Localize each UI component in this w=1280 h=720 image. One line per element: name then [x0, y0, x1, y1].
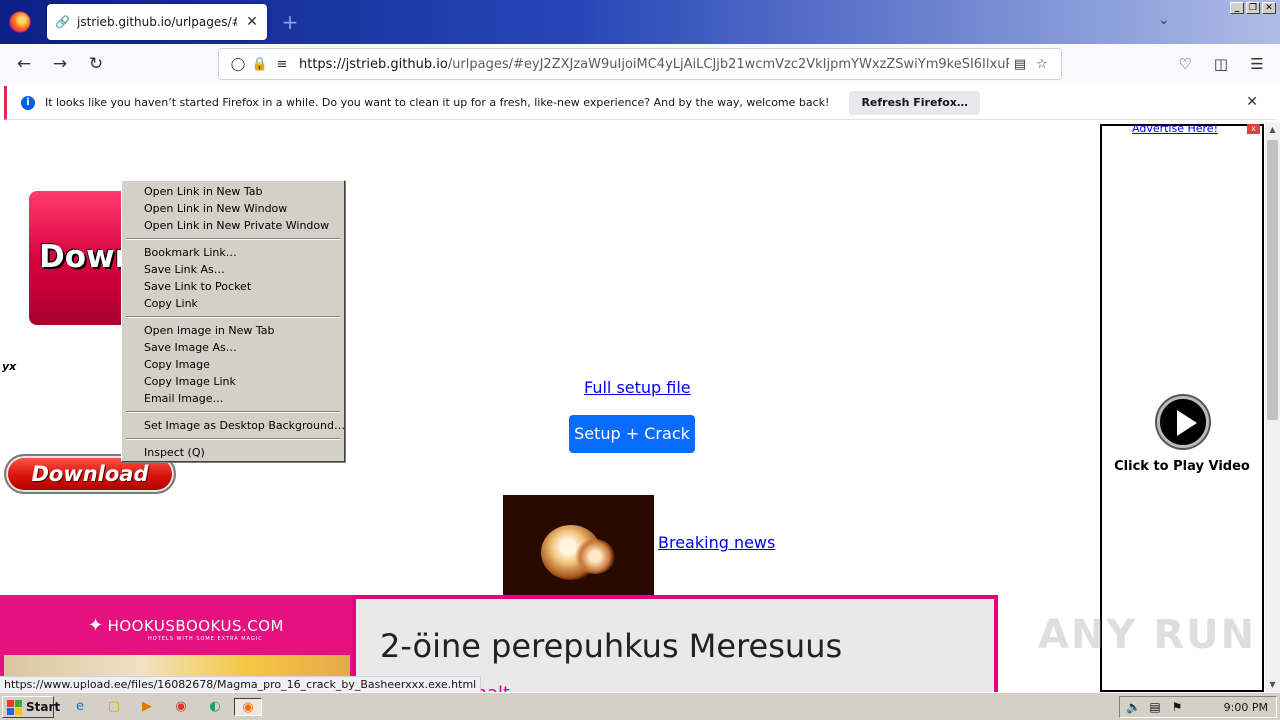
edge-icon[interactable]: ◐	[205, 698, 225, 716]
setup-crack-button[interactable]: Setup + Crack	[569, 415, 695, 453]
context-menu-item[interactable]: Save Image As…	[124, 339, 342, 356]
refresh-firefox-button[interactable]: Refresh Firefox…	[849, 90, 980, 115]
reader-view-icon[interactable]: ▤	[1009, 57, 1031, 72]
context-menu-item[interactable]: Open Image in New Tab	[124, 322, 342, 339]
context-menu-item[interactable]: Email Image…	[124, 390, 342, 407]
context-menu-separator	[126, 316, 340, 318]
context-menu-item[interactable]: Copy Link	[124, 295, 342, 312]
nav-bar: ← → ↻ ◯ 🔒 ≡ https://jstrieb.github.io/ur…	[0, 44, 1280, 84]
media-player-icon[interactable]: ▶	[137, 698, 157, 716]
notification-text: It looks like you haven’t started Firefo…	[45, 96, 830, 109]
side-video-ad[interactable]: Advertise Here! x Click to Play Video	[1100, 122, 1264, 692]
info-icon: i	[21, 95, 35, 110]
url-path: /urlpages/#eyJ2ZXJzaW9uIjoiMC4yLjAiLCJjb…	[447, 56, 1009, 72]
pocket-icon[interactable]: ♡	[1174, 52, 1196, 76]
ad-headline: 2-öine perepuhkus Meresuus	[380, 627, 843, 665]
lock-icon[interactable]: 🔒	[249, 57, 271, 72]
context-menu-separator	[126, 411, 340, 413]
scroll-thumb[interactable]	[1267, 140, 1278, 420]
restore-icon[interactable]: ❐	[1246, 2, 1260, 14]
context-menu-item[interactable]: Bookmark Link…	[124, 244, 342, 261]
tab-strip: 🔗 jstrieb.github.io/urlpages/#eyJ2ZX ✕ +…	[0, 0, 1280, 44]
shield-icon[interactable]: ◯	[227, 57, 249, 72]
vertical-scrollbar[interactable]: ▲ ▼	[1265, 122, 1280, 692]
firefox-taskbar-icon[interactable]: ◉	[234, 698, 262, 716]
list-all-tabs-icon[interactable]: ⌄	[1158, 12, 1170, 28]
context-menu-item[interactable]: Copy Image Link	[124, 373, 342, 390]
notification-bar: i It looks like you haven’t started Fire…	[4, 86, 1276, 120]
close-tab-icon[interactable]: ✕	[245, 14, 259, 30]
click-to-play-text[interactable]: Click to Play Video	[1102, 459, 1262, 474]
folder-icon[interactable]: ▢	[104, 698, 124, 716]
reload-icon[interactable]: ↻	[84, 52, 108, 76]
download-button-label: Download	[31, 462, 149, 486]
context-menu-item[interactable]: Copy Image	[124, 356, 342, 373]
hamburger-menu-icon[interactable]: ☰	[1246, 52, 1268, 76]
permissions-icon[interactable]: ≡	[271, 57, 293, 72]
context-menu-item[interactable]: Save Link to Pocket	[124, 278, 342, 295]
context-menu-item[interactable]: Save Link As…	[124, 261, 342, 278]
close-ad-icon[interactable]: x	[1247, 124, 1260, 134]
url-text[interactable]: https://jstrieb.github.io/urlpages/#eyJ2…	[293, 57, 1009, 72]
flag-icon[interactable]: ⚑	[1170, 700, 1184, 714]
clock: 9:00 PM	[1223, 700, 1268, 714]
context-menu-item[interactable]: Set Image as Desktop Background…	[124, 417, 345, 434]
breaking-news-image[interactable]	[503, 495, 654, 595]
anyrun-watermark: ANY RUN	[1038, 612, 1257, 658]
taskbar: Start e ▢ ▶ ◉ ◐ ◉ 🔈 ▤ ⚑ 9:00 PM	[0, 692, 1280, 720]
extensions-icon[interactable]: ◫	[1210, 52, 1232, 76]
play-triangle	[1177, 410, 1197, 436]
bookmark-star-icon[interactable]: ☆	[1031, 57, 1053, 72]
screen: 🔗 jstrieb.github.io/urlpages/#eyJ2ZX ✕ +…	[0, 0, 1280, 720]
hookusbookus-logo: ✦ HOOKUSBOOKUS.COM	[88, 615, 284, 636]
firefox-logo-icon[interactable]	[9, 11, 31, 33]
context-menu-item[interactable]: Open Link in New Tab	[124, 183, 342, 200]
close-notification-icon[interactable]: ✕	[1246, 94, 1258, 110]
url-bar[interactable]: ◯ 🔒 ≡ https://jstrieb.github.io/urlpages…	[218, 48, 1062, 80]
back-icon[interactable]: ←	[12, 52, 36, 76]
close-window-icon[interactable]: ✕	[1262, 2, 1276, 14]
volume-icon[interactable]: 🔈	[1126, 700, 1141, 714]
network-icon[interactable]: ▤	[1148, 700, 1162, 714]
scroll-up-icon[interactable]: ▲	[1265, 122, 1280, 137]
scroll-down-icon[interactable]: ▼	[1265, 677, 1280, 692]
minimize-icon[interactable]: _	[1230, 2, 1244, 14]
small-mark: yx	[2, 360, 17, 373]
start-label: Start	[26, 700, 61, 714]
context-menu-item[interactable]: Open Link in New Window	[124, 200, 342, 217]
ad-brand: HOOKUSBOOKUS.COM	[107, 617, 284, 635]
chrome-icon[interactable]: ◉	[171, 698, 191, 716]
context-menu: Open Link in New Tab Open Link in New Win…	[121, 180, 345, 462]
link-icon: 🔗	[55, 15, 70, 29]
ad-tagline: HOTELS WITH SOME EXTRA MAGIC	[148, 636, 263, 642]
forward-icon[interactable]: →	[48, 52, 72, 76]
system-tray: 🔈 ▤ ⚑ 9:00 PM	[1119, 696, 1277, 718]
url-host: https://jstrieb.github.io	[299, 56, 448, 72]
active-tab[interactable]: 🔗 jstrieb.github.io/urlpages/#eyJ2ZX ✕	[47, 4, 267, 40]
context-menu-item[interactable]: Open Link in New Private Window	[124, 217, 342, 234]
full-setup-link[interactable]: Full setup file	[584, 378, 691, 397]
window-controls: _ ❐ ✕	[1230, 2, 1276, 14]
explosion-shape-small	[575, 539, 615, 574]
tab-title: jstrieb.github.io/urlpages/#eyJ2ZX	[77, 15, 237, 29]
status-link-preview: https://www.upload.ee/files/16082678/Mag…	[0, 676, 482, 693]
play-icon[interactable]	[1157, 396, 1209, 448]
new-tab-icon[interactable]: +	[280, 10, 300, 34]
windows-logo-icon	[7, 699, 22, 715]
star-icon: ✦	[88, 615, 104, 636]
ie-icon[interactable]: e	[70, 698, 90, 716]
toolbar-right: ♡ ◫ ☰	[1174, 52, 1268, 76]
context-menu-separator	[126, 438, 340, 440]
advertise-here-link[interactable]: Advertise Here!	[1132, 122, 1218, 135]
context-menu-separator	[126, 238, 340, 240]
start-button[interactable]: Start	[2, 696, 60, 718]
breaking-news-link[interactable]: Breaking news	[658, 533, 775, 552]
context-menu-item[interactable]: Inspect (Q)	[124, 444, 342, 461]
